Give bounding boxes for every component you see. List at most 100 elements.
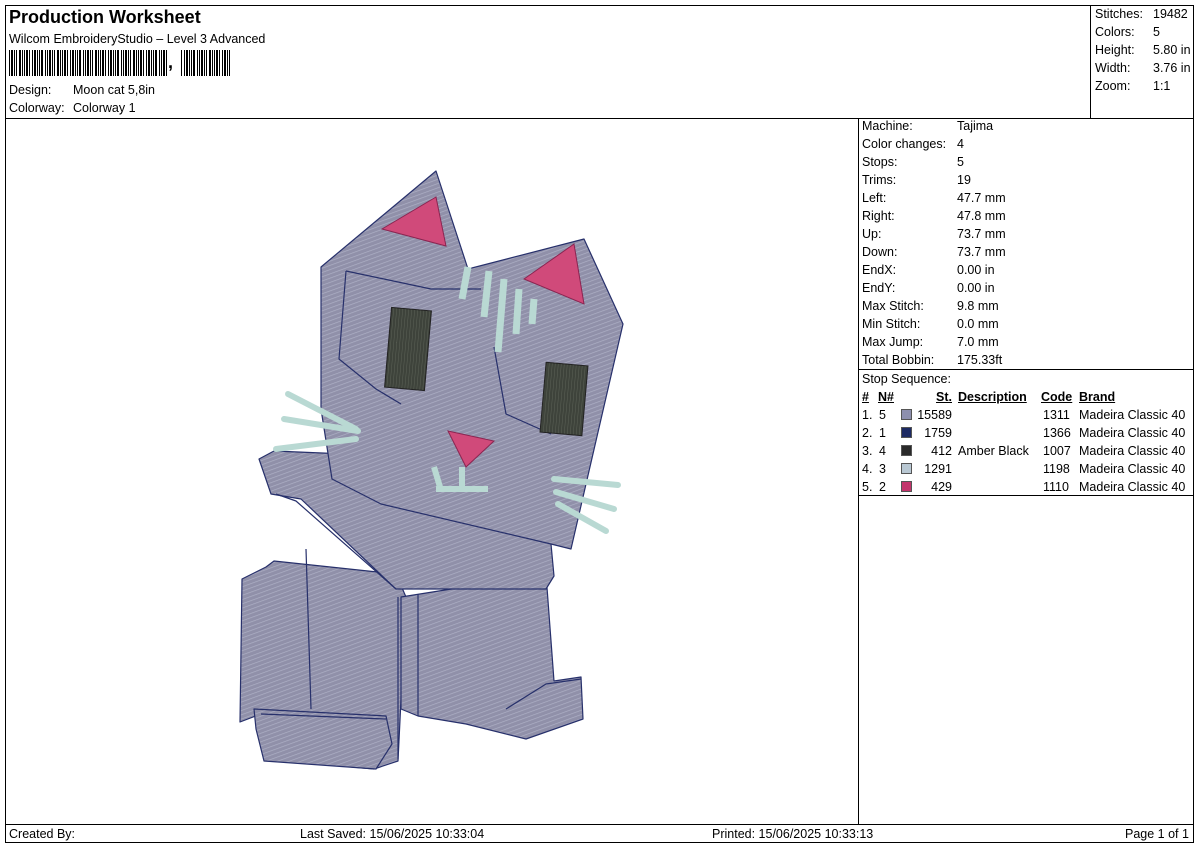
row-num: 2. <box>862 426 873 440</box>
created-by: Created By: <box>9 827 76 841</box>
barcode-bar <box>219 50 220 76</box>
info-label: Up: <box>862 227 882 241</box>
info-label: Max Jump: <box>862 335 924 349</box>
barcode-bar <box>62 50 63 76</box>
last-saved: Last Saved: 15/06/2025 10:33:04 <box>300 827 485 841</box>
col-code: Code <box>1041 390 1073 404</box>
row-code: 1198 <box>1043 462 1070 476</box>
barcode-bar <box>32 50 33 76</box>
barcode-bar <box>29 50 30 76</box>
row-num: 3. <box>862 444 873 458</box>
barcode-bar <box>186 50 188 76</box>
row-needle: 1 <box>879 426 886 440</box>
barcode-bar <box>67 50 68 76</box>
barcode-bar <box>110 50 112 76</box>
summary-label: Colors: <box>1095 25 1135 39</box>
info-value: 47.8 mm <box>957 209 1006 223</box>
barcode-bar <box>181 50 182 76</box>
sequence-divider <box>858 495 1194 496</box>
barcode-bar <box>72 50 74 76</box>
barcode-bar <box>163 50 165 76</box>
design-label: Design: <box>9 83 52 97</box>
col-description: Description <box>958 390 1027 404</box>
barcode-bar <box>125 50 127 76</box>
row-brand: Madeira Classic 40 <box>1079 408 1186 422</box>
barcode-bar <box>52 50 53 76</box>
info-label: EndX: <box>862 263 897 277</box>
info-label: Color changes: <box>862 137 947 151</box>
barcode-bar <box>133 50 135 76</box>
barcode-bar <box>11 50 13 76</box>
summary-value: 19482 <box>1153 7 1188 21</box>
row-code: 1366 <box>1043 426 1071 440</box>
info-value: 0.0 mm <box>957 317 999 331</box>
row-num: 1. <box>862 408 873 422</box>
barcode-suffix: , <box>168 52 174 72</box>
panel-divider <box>858 118 859 824</box>
barcode-bar <box>105 50 106 76</box>
info-label: Left: <box>862 191 887 205</box>
page-number: Page 1 of 1 <box>1125 827 1189 841</box>
row-description: Amber Black <box>958 444 1029 458</box>
barcode-bar <box>138 50 139 76</box>
info-label: Stops: <box>862 155 898 169</box>
barcode-bar <box>199 50 200 76</box>
barcode-bar <box>47 50 48 76</box>
row-brand: Madeira Classic 40 <box>1079 444 1186 458</box>
barcode-bar <box>39 50 40 76</box>
barcode-bar <box>130 50 131 76</box>
colorway-value: Colorway 1 <box>73 101 136 115</box>
col-num: # <box>862 390 869 404</box>
summary-label: Height: <box>1095 43 1135 57</box>
barcode-bar <box>98 50 99 76</box>
barcode-bar <box>64 50 66 76</box>
barcode-bar <box>49 50 51 76</box>
barcode-bar <box>197 50 198 76</box>
barcode-bar <box>79 50 81 76</box>
row-stitches: 429 <box>931 480 952 494</box>
barcode-bar <box>34 50 36 76</box>
barcode-bar <box>123 50 124 76</box>
barcode-bar <box>191 50 192 76</box>
row-stitches: 15589 <box>917 408 952 422</box>
barcode <box>9 50 230 76</box>
barcode-bar <box>115 50 116 76</box>
col-n: N# <box>878 390 894 404</box>
barcode-bar <box>108 50 109 76</box>
barcode-bar <box>75 50 76 76</box>
barcode-bar <box>19 50 21 76</box>
summary-label: Stitches: <box>1095 7 1143 21</box>
software-name: Wilcom EmbroideryStudio – Level 3 Advanc… <box>9 32 266 46</box>
summary-divider <box>1090 5 1091 118</box>
info-divider <box>858 369 1194 370</box>
barcode-bar <box>155 50 157 76</box>
row-num: 4. <box>862 462 873 476</box>
barcode-bar <box>117 50 119 76</box>
info-value: 7.0 mm <box>957 335 999 349</box>
row-num: 5. <box>862 480 873 494</box>
row-stitches: 1759 <box>924 426 952 440</box>
barcode-bar <box>95 50 97 76</box>
cat-head <box>320 170 624 550</box>
barcode-bar <box>57 50 59 76</box>
barcode-bar <box>229 50 230 76</box>
info-label: Total Bobbin: <box>862 353 935 367</box>
info-value: 47.7 mm <box>957 191 1006 205</box>
colorway-label: Colorway: <box>9 101 65 115</box>
info-value: 73.7 mm <box>957 245 1006 259</box>
info-value: 73.7 mm <box>957 227 1006 241</box>
row-brand: Madeira Classic 40 <box>1079 480 1186 494</box>
barcode-bar <box>224 50 226 76</box>
page-title: Production Worksheet <box>9 7 201 27</box>
printed-date: Printed: 15/06/2025 10:33:13 <box>712 827 874 841</box>
barcode-bar <box>45 50 46 76</box>
info-value: Tajima <box>957 119 994 133</box>
col-brand: Brand <box>1079 390 1116 404</box>
cat-right-eye <box>539 361 589 437</box>
barcode-bar <box>222 50 223 76</box>
barcode-bar <box>216 50 218 76</box>
row-needle: 4 <box>879 444 886 458</box>
info-value: 9.8 mm <box>957 299 999 313</box>
barcode-bar <box>128 50 129 76</box>
barcode-bar <box>100 50 101 76</box>
